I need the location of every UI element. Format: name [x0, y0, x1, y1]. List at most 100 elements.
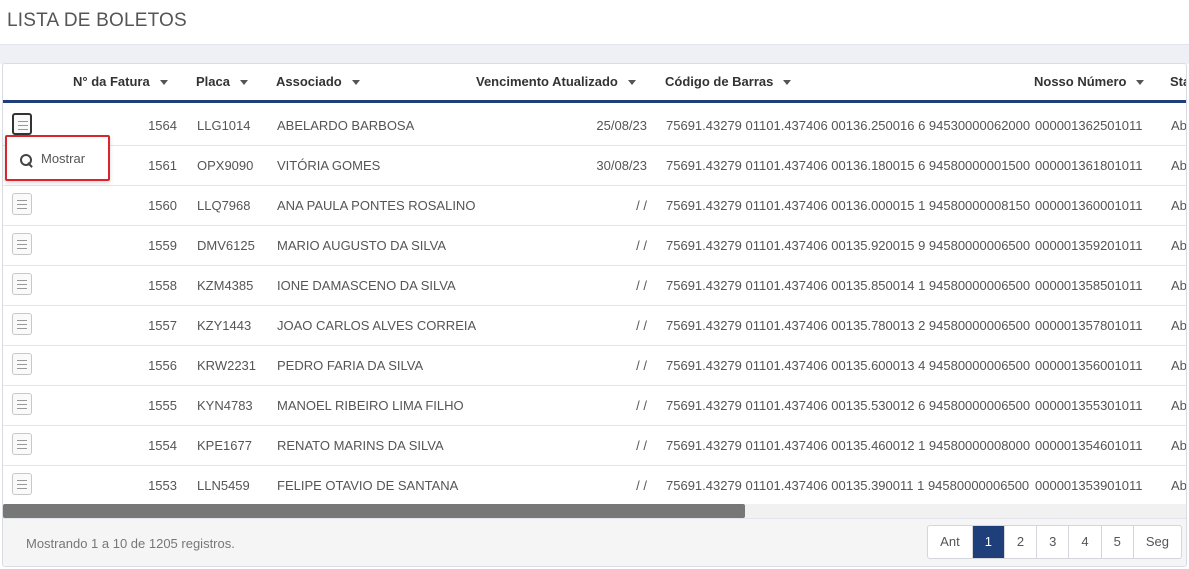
cell-codigo-barras: 75691.43279 01101.437406 00135.850014 1 … — [666, 278, 1031, 293]
cell-codigo-barras: 75691.43279 01101.437406 00136.250016 6 … — [666, 118, 1031, 133]
records-info: Mostrando 1 a 10 de 1205 registros. — [26, 536, 235, 551]
cell-fatura: 1560 — [148, 198, 177, 213]
cell-placa: LLN5459 — [197, 478, 250, 493]
table-row: 1560 LLQ7968 ANA PAULA PONTES ROSALINO /… — [3, 186, 1187, 226]
cell-fatura: 1553 — [148, 478, 177, 493]
cell-fatura: 1558 — [148, 278, 177, 293]
pagination-page[interactable]: 1 — [972, 526, 1005, 558]
sort-caret-icon — [783, 80, 792, 86]
cell-placa: KZY1443 — [197, 318, 252, 333]
cell-placa: OPX9090 — [197, 158, 254, 173]
cell-vencimento: / / — [636, 278, 647, 293]
table-row: 1557 KZY1443 JOAO CARLOS ALVES CORREIA /… — [3, 306, 1187, 346]
cell-codigo-barras: 75691.43279 01101.437406 00136.000015 1 … — [666, 198, 1031, 213]
row-menu-button[interactable] — [12, 113, 32, 135]
cell-placa: DMV6125 — [197, 238, 255, 253]
cell-status: Ab — [1171, 198, 1187, 213]
cell-fatura: 1564 — [148, 118, 177, 133]
cell-nosso-numero: 000001358501011 — [1035, 278, 1143, 293]
cell-nosso-numero: 000001362501011 — [1035, 118, 1143, 133]
cell-vencimento: / / — [636, 358, 647, 373]
column-header-codigo[interactable]: Código de Barras — [665, 74, 792, 89]
column-header-associado[interactable]: Associado — [276, 74, 360, 89]
pagination: Ant 1 2 3 4 5 Seg — [927, 525, 1182, 559]
table-row: 1555 KYN4783 MANOEL RIBEIRO LIMA FILHO /… — [3, 386, 1187, 426]
sort-caret-icon — [239, 80, 248, 86]
sort-caret-icon — [351, 80, 360, 86]
column-header-nosso-numero[interactable]: Nosso Número — [1034, 74, 1145, 89]
sort-caret-icon — [627, 80, 636, 86]
cell-vencimento: / / — [636, 318, 647, 333]
cell-vencimento: / / — [636, 238, 647, 253]
cell-placa: KYN4783 — [197, 398, 253, 413]
cell-fatura: 1556 — [148, 358, 177, 373]
column-header-vencimento[interactable]: Vencimento Atualizado — [476, 74, 636, 89]
cell-nosso-numero: 000001361801011 — [1035, 158, 1143, 173]
row-menu-button[interactable] — [12, 233, 32, 255]
row-menu-button[interactable] — [12, 313, 32, 335]
cell-nosso-numero: 000001356001011 — [1035, 358, 1143, 373]
pagination-page[interactable]: 3 — [1037, 526, 1070, 558]
cell-codigo-barras: 75691.43279 01101.437406 00135.460012 1 … — [666, 438, 1031, 453]
pagination-page[interactable]: 2 — [1005, 526, 1038, 558]
row-menu-button[interactable] — [12, 393, 32, 415]
table-footer: Mostrando 1 a 10 de 1205 registros. Ant 1… — [3, 518, 1186, 566]
cell-associado: RENATO MARINS DA SILVA — [277, 438, 444, 453]
cell-associado: PEDRO FARIA DA SILVA — [277, 358, 424, 373]
page-title: LISTA DE BOLETOS — [7, 10, 187, 31]
cell-nosso-numero: 000001360001011 — [1035, 198, 1143, 213]
cell-vencimento: / / — [636, 478, 647, 493]
cell-status: Ab — [1171, 118, 1187, 133]
cell-fatura: 1554 — [148, 438, 177, 453]
table-row: 1561 OPX9090 VITÓRIA GOMES 30/08/23 7569… — [3, 146, 1187, 186]
scrollbar-thumb[interactable] — [3, 504, 745, 518]
horizontal-scrollbar[interactable] — [3, 504, 1186, 518]
cell-nosso-numero: 000001359201011 — [1035, 238, 1143, 253]
cell-nosso-numero: 000001353901011 — [1035, 478, 1143, 493]
header-band — [0, 44, 1189, 64]
cell-codigo-barras: 75691.43279 01101.437406 00136.180015 6 … — [666, 158, 1031, 173]
cell-status: Ab — [1171, 358, 1187, 373]
cell-associado: FELIPE OTAVIO DE SANTANA — [277, 478, 459, 493]
cell-codigo-barras: 75691.43279 01101.437406 00135.530012 6 … — [666, 398, 1031, 413]
pagination-page[interactable]: 4 — [1069, 526, 1102, 558]
cell-nosso-numero: 000001355301011 — [1035, 398, 1143, 413]
cell-fatura: 1559 — [148, 238, 177, 253]
dropdown-item-mostrar[interactable]: Mostrar — [19, 151, 85, 167]
cell-associado: VITÓRIA GOMES — [277, 158, 381, 173]
table-body: 1564 LLG1014 ABELARDO BARBOSA 25/08/23 7… — [3, 106, 1187, 506]
cell-vencimento: / / — [636, 398, 647, 413]
cell-associado: ANA PAULA PONTES ROSALINO — [277, 198, 476, 213]
row-menu-button[interactable] — [12, 473, 32, 495]
column-header-status[interactable]: Sta — [1170, 74, 1186, 89]
table-row: 1554 KPE1677 RENATO MARINS DA SILVA / / … — [3, 426, 1186, 466]
cell-status: Ab — [1171, 158, 1187, 173]
cell-vencimento: 30/08/23 — [596, 158, 647, 173]
cell-fatura: 1555 — [148, 398, 177, 413]
column-header-placa[interactable]: Placa — [196, 74, 248, 89]
pagination-page[interactable]: 5 — [1102, 526, 1134, 558]
cell-placa: LLG1014 — [197, 118, 251, 133]
cell-codigo-barras: 75691.43279 01101.437406 00135.920015 9 … — [666, 238, 1031, 253]
cell-status: Ab — [1171, 238, 1187, 253]
cell-status: Ab — [1171, 398, 1187, 413]
boletos-table-panel: N° da Fatura Placa Associado Vencimento … — [2, 63, 1187, 567]
cell-fatura: 1561 — [148, 158, 177, 173]
pagination-prev[interactable]: Ant — [928, 526, 973, 558]
row-menu-button[interactable] — [12, 273, 32, 295]
row-menu-button[interactable] — [12, 433, 32, 455]
column-header-fatura[interactable]: N° da Fatura — [73, 74, 168, 89]
row-menu-button[interactable] — [12, 353, 32, 375]
table-header: N° da Fatura Placa Associado Vencimento … — [3, 64, 1186, 103]
cell-status: Ab — [1171, 318, 1187, 333]
cell-associado: MANOEL RIBEIRO LIMA FILHO — [277, 398, 464, 413]
pagination-next[interactable]: Seg — [1134, 526, 1181, 558]
cell-nosso-numero: 000001354601011 — [1035, 438, 1143, 453]
cell-associado: ABELARDO BARBOSA — [277, 118, 415, 133]
table-row: 1558 KZM4385 IONE DAMASCENO DA SILVA / /… — [3, 266, 1186, 306]
row-menu-button[interactable] — [12, 193, 32, 215]
row-action-dropdown: Mostrar — [5, 135, 110, 181]
search-icon — [19, 153, 33, 167]
cell-placa: KPE1677 — [197, 438, 252, 453]
cell-vencimento: 25/08/23 — [596, 118, 647, 133]
